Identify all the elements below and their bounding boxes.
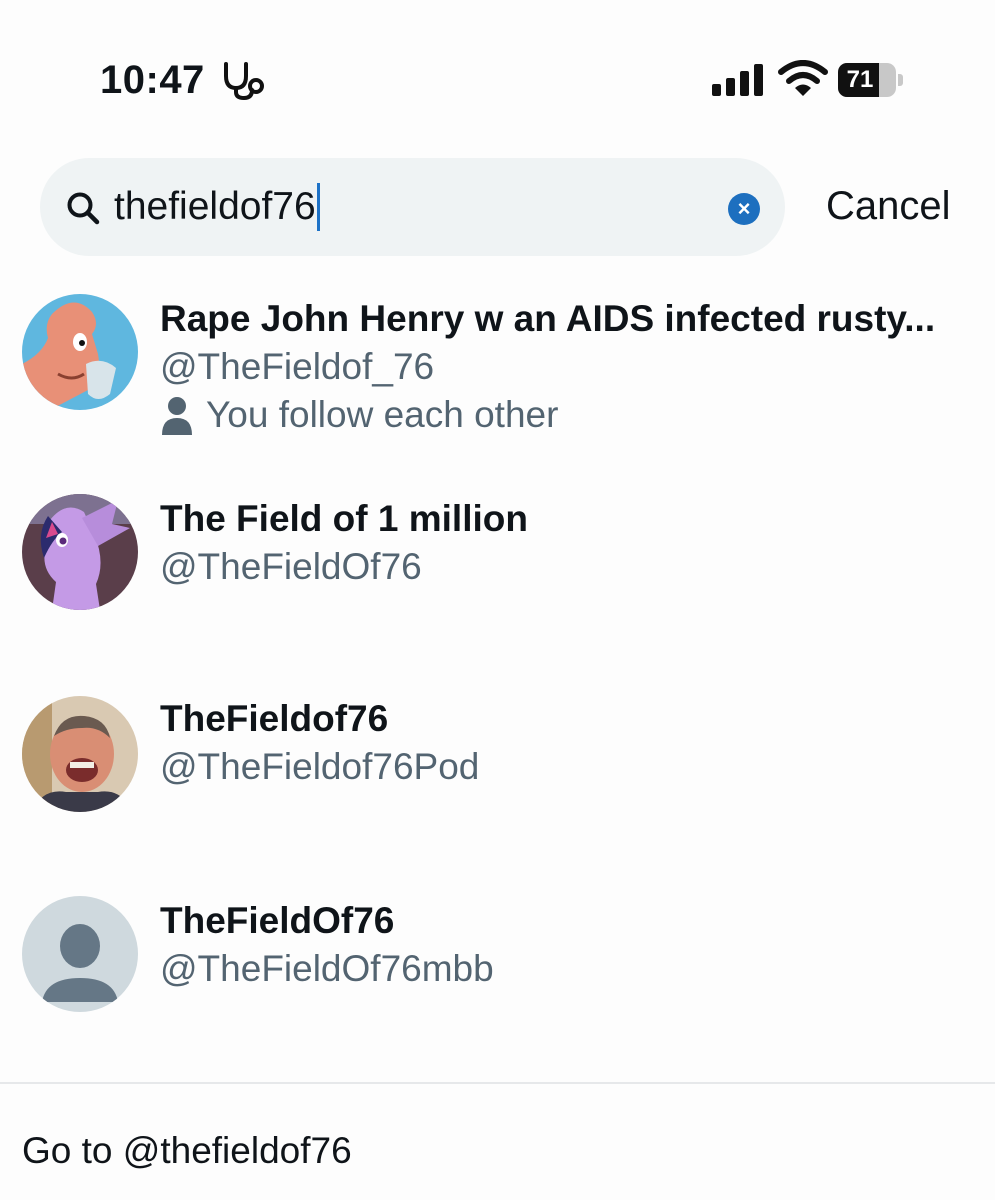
follow-status-text: You follow each other	[206, 394, 559, 435]
status-time: 10:47	[100, 58, 205, 102]
cancel-button[interactable]: Cancel	[826, 184, 951, 229]
search-result-item[interactable]: TheFieldof76 @TheFieldof76Pod	[0, 690, 995, 830]
avatar	[22, 494, 138, 610]
status-bar: 10:47 71	[0, 0, 995, 130]
divider	[0, 1082, 995, 1084]
person-icon	[162, 397, 192, 435]
search-field[interactable]: thefieldof76 ×	[40, 158, 785, 256]
result-display-name: TheFieldof76	[160, 698, 389, 739]
search-result-item[interactable]: TheFieldOf76 @TheFieldOf76mbb	[0, 892, 995, 1032]
result-handle: @TheFieldOf76	[160, 546, 422, 587]
result-display-name: Rape John Henry w an AIDS infected rusty…	[160, 298, 936, 339]
default-avatar	[22, 896, 138, 1012]
search-screen: 10:47 71 thefieldof76 × Cancel Rape John…	[0, 0, 995, 1200]
search-icon	[67, 192, 100, 225]
search-result-item[interactable]: The Field of 1 million @TheFieldOf76	[0, 490, 995, 630]
result-display-name: The Field of 1 million	[160, 498, 528, 539]
battery-indicator: 71	[838, 63, 904, 97]
search-result-item[interactable]: Rape John Henry w an AIDS infected rusty…	[0, 290, 995, 450]
avatar	[22, 696, 138, 812]
result-handle: @TheFieldof76Pod	[160, 746, 480, 787]
text-cursor	[316, 183, 320, 231]
clear-search-button[interactable]: ×	[728, 193, 760, 225]
battery-percentage: 71	[846, 66, 874, 93]
search-query-text: thefieldof76	[114, 185, 316, 228]
avatar	[22, 294, 138, 410]
follow-status: You follow each other	[160, 394, 558, 436]
search-input[interactable]: thefieldof76	[114, 180, 320, 234]
stethoscope-icon	[224, 62, 264, 101]
go-to-profile-link[interactable]: Go to @thefieldof76	[22, 1130, 352, 1172]
result-display-name: TheFieldOf76	[160, 900, 395, 941]
result-handle: @TheFieldof_76	[160, 346, 435, 387]
wifi-icon	[778, 60, 828, 96]
result-handle: @TheFieldOf76mbb	[160, 948, 494, 989]
cellular-signal-icon	[712, 64, 763, 96]
